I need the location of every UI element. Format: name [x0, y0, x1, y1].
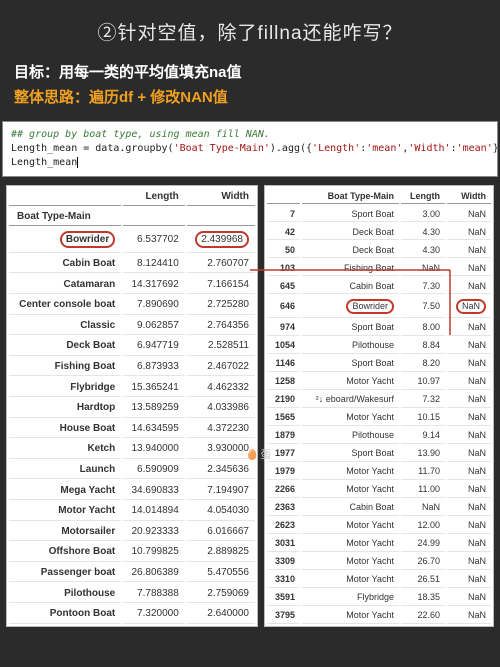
strategy-label: 整体思路： [14, 89, 89, 106]
col-length: Length [401, 188, 445, 204]
table-row: Deck Boat6.9477192.528511 [9, 337, 255, 356]
table-row: 1054Pilothouse8.84NaN [267, 338, 491, 354]
strategy-line: 整体思路：遍历df + 修改NAN值 [0, 86, 500, 117]
table-row: Offshore Boat10.7998252.889825 [9, 543, 255, 562]
goal-label: 目标： [14, 64, 59, 81]
code-line-3: Length_mean [11, 157, 78, 168]
table-row: Cabin Boat8.1244102.760707 [9, 255, 255, 274]
strategy-text: 遍历df + 修改NAN值 [89, 89, 228, 106]
table-row: Fishing Boat6.8739332.467022 [9, 358, 255, 377]
table-row: 2363Cabin BoatNaNNaN [267, 500, 491, 516]
col-type: Boat Type-Main [302, 188, 399, 204]
table-row: 3310Motor Yacht26.51NaN [267, 572, 491, 588]
overlay-egg-icon: 蛋 [246, 446, 271, 462]
col-width: Width [187, 188, 255, 206]
table-index-name-row: Boat Type-Main [9, 208, 255, 226]
code-comment: ## group by boat type, using mean fill N… [11, 129, 270, 140]
table-row: Pilothouse7.7883882.759069 [9, 584, 255, 603]
table-row: Passenger boat26.8063895.470556 [9, 564, 255, 583]
table-row: 1146Sport Boat8.20NaN [267, 356, 491, 372]
table-row: 50Deck Boat4.30NaN [267, 242, 491, 258]
code-line-2: Length_mean = data.groupby('Boat Type-Ma… [11, 143, 498, 154]
table-row: 2623Motor Yacht12.00NaN [267, 518, 491, 534]
table-row: 645Cabin Boat7.30NaN [267, 278, 491, 294]
table-row: 42Deck Boat4.30NaN [267, 224, 491, 240]
goal-line: 目标：用每一类的平均值填充na值 [0, 55, 500, 86]
table-header-row: Boat Type-Main Length Width [267, 188, 491, 204]
table-row: 646Bowrider7.50NaN [267, 296, 491, 318]
table-row: House Boat14.6345954.372230 [9, 420, 255, 439]
table-row: Motor Yacht14.0148944.054030 [9, 502, 255, 521]
goal-text: 用每一类的平均值填充na值 [59, 64, 242, 81]
index-name: Boat Type-Main [9, 208, 121, 226]
table-row: Classic9.0628572.764356 [9, 317, 255, 336]
table-row: Ketch13.9400003.930000 [9, 440, 255, 459]
mean-table: Length Width Boat Type-Main Bowrider6.53… [6, 185, 258, 627]
table-row: Pontoon Boat7.3200002.640000 [9, 605, 255, 624]
table-header-row: Length Width [9, 188, 255, 206]
table-row: Hardtop13.5892594.033986 [9, 399, 255, 418]
col-length: Length [123, 188, 185, 206]
table-row: 3031Motor Yacht24.99NaN [267, 536, 491, 552]
col-idx [267, 188, 300, 204]
table-row: Launch6.5909092.345636 [9, 461, 255, 480]
table-row: 3795Motor Yacht22.60NaN [267, 608, 491, 624]
table-row: 3591Flybridge18.35NaN [267, 590, 491, 606]
table-row: Motorsailer20.9233336.016667 [9, 523, 255, 542]
nan-table: Boat Type-Main Length Width 7Sport Boat3… [264, 185, 494, 627]
table-row: 974Sport Boat8.00NaN [267, 320, 491, 336]
table-row: Flybridge15.3652414.462332 [9, 378, 255, 397]
table-row: 2266Motor Yacht11.00NaN [267, 482, 491, 498]
page-title: ②针对空值，除了fillna还能咋写？ [0, 0, 500, 55]
table-row: 1979Motor Yacht11.70NaN [267, 464, 491, 480]
table-row: 7Sport Boat3.00NaN [267, 206, 491, 222]
table-row: 1565Motor Yacht10.15NaN [267, 410, 491, 426]
col-index [9, 188, 121, 206]
code-cell[interactable]: ## group by boat type, using mean fill N… [2, 121, 498, 177]
table-row: 1879Pilothouse9.14NaN [267, 428, 491, 444]
tables-container: Length Width Boat Type-Main Bowrider6.53… [0, 185, 500, 627]
table-row: Catamaran14.3176927.166154 [9, 275, 255, 294]
table-row: Center console boat7.8906902.725280 [9, 296, 255, 315]
table-row: 1258Motor Yacht10.97NaN [267, 374, 491, 390]
table-row: 2190²↓ eboard/Wakesurf7.32NaN [267, 392, 491, 408]
col-width: Width [447, 188, 491, 204]
table-row: 103Fishing BoatNaNNaN [267, 260, 491, 276]
table-row: 1977Sport Boat13.90NaN [267, 446, 491, 462]
table-row: Bowrider6.5377022.439968 [9, 228, 255, 253]
table-row: Mega Yacht34.6908337.194907 [9, 481, 255, 500]
table-row: 3309Motor Yacht26.70NaN [267, 554, 491, 570]
